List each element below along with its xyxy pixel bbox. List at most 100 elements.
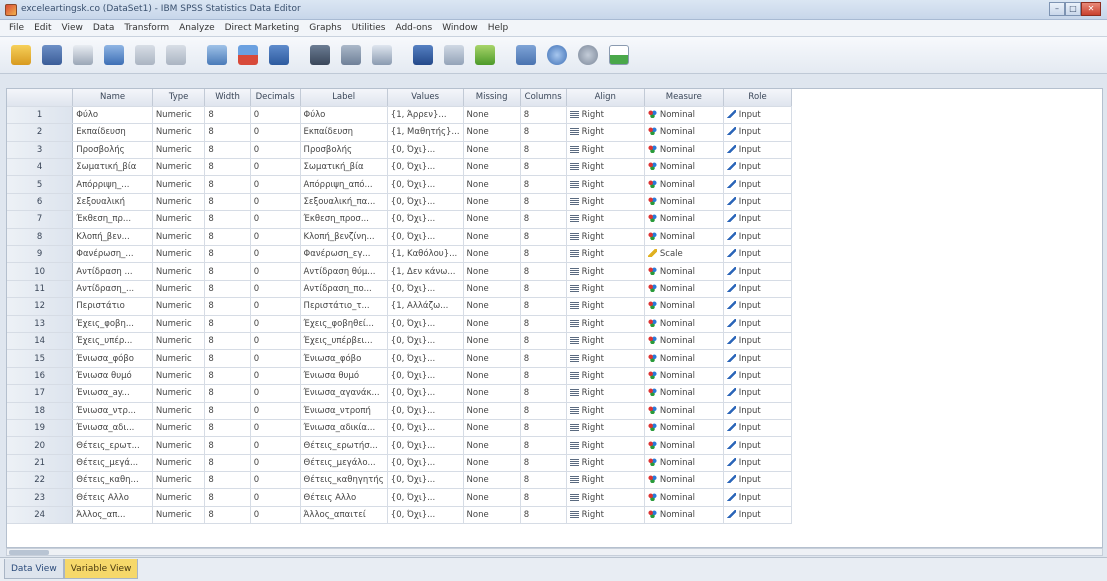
var-values-cell[interactable]: {0, Όχι}... <box>387 402 464 420</box>
select-cases-button[interactable] <box>472 42 498 68</box>
row-number-cell[interactable]: 7 <box>7 210 74 229</box>
var-missing-cell[interactable]: None <box>463 280 521 299</box>
var-align-cell[interactable]: Right <box>566 280 645 299</box>
var-missing-cell[interactable]: None <box>463 419 521 438</box>
var-type-cell[interactable]: Numeric <box>152 315 206 333</box>
var-role-cell[interactable]: Input <box>723 297 793 316</box>
var-values-cell[interactable]: {0, Όχι}... <box>387 228 464 247</box>
var-columns-cell[interactable]: 8 <box>520 210 567 229</box>
var-label-cell[interactable]: Ένιωσα_αδικία... <box>300 419 388 438</box>
var-columns-cell[interactable]: 8 <box>520 488 567 507</box>
var-name-cell[interactable]: Θέτεις_μεγά... <box>72 454 153 473</box>
var-values-cell[interactable]: {1, Αλλάζω... <box>387 297 464 316</box>
var-missing-cell[interactable]: None <box>463 193 521 212</box>
var-align-cell[interactable]: Right <box>566 106 645 125</box>
var-role-cell[interactable]: Input <box>723 123 793 142</box>
menu-utilities[interactable]: Utilities <box>347 23 391 33</box>
var-name-cell[interactable]: Ένιωσα_ντρ... <box>72 402 153 420</box>
var-width-cell[interactable]: 8 <box>204 315 251 333</box>
var-type-cell[interactable]: Numeric <box>152 471 206 490</box>
var-width-cell[interactable]: 8 <box>204 349 251 368</box>
row-number-cell[interactable]: 17 <box>7 384 74 403</box>
var-label-cell[interactable]: Θέτεις_μεγάλο... <box>300 454 388 473</box>
var-decimals-cell[interactable]: 0 <box>250 402 301 420</box>
var-width-cell[interactable]: 8 <box>204 332 251 351</box>
var-label-cell[interactable]: Άλλος_απαιτεί <box>300 506 388 525</box>
var-align-cell[interactable]: Right <box>566 210 645 229</box>
var-decimals-cell[interactable]: 0 <box>250 141 301 160</box>
menu-window[interactable]: Window <box>437 23 483 33</box>
menu-file[interactable]: File <box>4 23 29 33</box>
var-type-cell[interactable]: Numeric <box>152 349 206 368</box>
var-role-cell[interactable]: Input <box>723 471 793 490</box>
var-columns-cell[interactable]: 8 <box>520 436 567 455</box>
menu-view[interactable]: View <box>57 23 88 33</box>
var-align-cell[interactable]: Right <box>566 349 645 368</box>
var-decimals-cell[interactable]: 0 <box>250 297 301 316</box>
var-name-cell[interactable]: Προσβολής <box>72 141 153 160</box>
var-columns-cell[interactable]: 8 <box>520 315 567 333</box>
var-missing-cell[interactable]: None <box>463 402 521 420</box>
var-measure-cell[interactable]: Nominal <box>644 367 724 386</box>
var-missing-cell[interactable]: None <box>463 123 521 142</box>
row-number-cell[interactable]: 16 <box>7 367 74 386</box>
var-missing-cell[interactable]: None <box>463 488 521 507</box>
var-align-cell[interactable]: Right <box>566 471 645 490</box>
var-width-cell[interactable]: 8 <box>204 228 251 247</box>
var-decimals-cell[interactable]: 0 <box>250 193 301 212</box>
var-columns-cell[interactable]: 8 <box>520 402 567 420</box>
row-number-cell[interactable]: 15 <box>7 349 74 368</box>
var-missing-cell[interactable]: None <box>463 245 521 264</box>
var-missing-cell[interactable]: None <box>463 158 521 177</box>
var-name-cell[interactable]: Άλλος_απ... <box>72 506 153 525</box>
menu-direct-marketing[interactable]: Direct Marketing <box>220 23 305 33</box>
var-role-cell[interactable]: Input <box>723 506 793 525</box>
var-measure-cell[interactable]: Nominal <box>644 402 724 420</box>
horizontal-scrollbar[interactable] <box>6 548 1103 556</box>
var-decimals-cell[interactable]: 0 <box>250 332 301 351</box>
var-name-cell[interactable]: Φανέρωση_... <box>72 245 153 264</box>
var-measure-cell[interactable]: Nominal <box>644 332 724 351</box>
var-align-cell[interactable]: Right <box>566 454 645 473</box>
var-values-cell[interactable]: {0, Όχι}... <box>387 332 464 351</box>
var-name-cell[interactable]: Έκθεση_πρ... <box>72 210 153 229</box>
var-width-cell[interactable]: 8 <box>204 402 251 420</box>
var-type-cell[interactable]: Numeric <box>152 123 206 142</box>
row-number-cell[interactable]: 2 <box>7 123 74 142</box>
var-role-cell[interactable]: Input <box>723 106 793 125</box>
use-sets-button[interactable] <box>544 42 570 68</box>
minimize-button[interactable]: – <box>1049 2 1065 16</box>
var-label-cell[interactable]: Έκθεση_προσ... <box>300 210 388 229</box>
var-type-cell[interactable]: Numeric <box>152 245 206 264</box>
var-missing-cell[interactable]: None <box>463 454 521 473</box>
var-measure-cell[interactable]: Nominal <box>644 384 724 403</box>
var-width-cell[interactable]: 8 <box>204 141 251 160</box>
var-width-cell[interactable]: 8 <box>204 419 251 438</box>
var-decimals-cell[interactable]: 0 <box>250 315 301 333</box>
var-role-cell[interactable]: Input <box>723 245 793 264</box>
var-width-cell[interactable]: 8 <box>204 193 251 212</box>
variables-button[interactable] <box>266 42 292 68</box>
var-align-cell[interactable]: Right <box>566 315 645 333</box>
var-decimals-cell[interactable]: 0 <box>250 419 301 438</box>
menu-analyze[interactable]: Analyze <box>174 23 219 33</box>
var-columns-cell[interactable]: 8 <box>520 193 567 212</box>
var-name-cell[interactable]: Θέτεις_ερωτ... <box>72 436 153 455</box>
var-values-cell[interactable]: {1, Δεν κάνω... <box>387 262 464 281</box>
var-width-cell[interactable]: 8 <box>204 123 251 142</box>
var-measure-cell[interactable]: Nominal <box>644 193 724 212</box>
open-button[interactable] <box>8 42 34 68</box>
var-width-cell[interactable]: 8 <box>204 210 251 229</box>
var-width-cell[interactable]: 8 <box>204 436 251 455</box>
var-align-cell[interactable]: Right <box>566 436 645 455</box>
var-align-cell[interactable]: Right <box>566 193 645 212</box>
var-type-cell[interactable]: Numeric <box>152 106 206 125</box>
var-width-cell[interactable]: 8 <box>204 175 251 194</box>
var-decimals-cell[interactable]: 0 <box>250 488 301 507</box>
col-header-align[interactable]: Align <box>566 89 645 107</box>
spelling-button[interactable] <box>606 42 632 68</box>
var-measure-cell[interactable]: Nominal <box>644 471 724 490</box>
tab-data-view[interactable]: Data View <box>4 559 64 579</box>
var-type-cell[interactable]: Numeric <box>152 402 206 420</box>
col-header-measure[interactable]: Measure <box>644 89 724 107</box>
